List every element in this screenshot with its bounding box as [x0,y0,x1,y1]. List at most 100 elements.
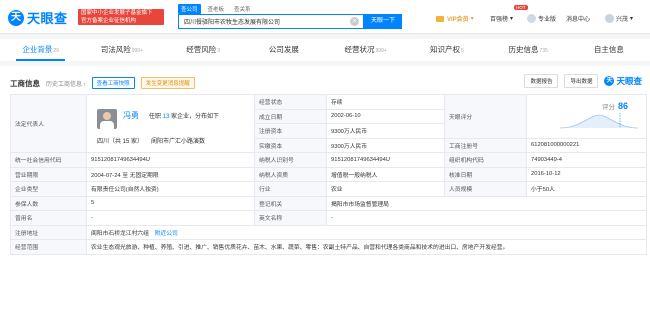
rep-cell: 冯勇 任职 13 家企业，分布如下 四川（共 15 家） 阆阳市广汇小路演数 [86,94,255,153]
org-code-label: 组织机构代码 [444,152,527,168]
score-cell: 评分 86 [526,94,647,139]
watermark-logo-text: 天眼查 [616,76,642,86]
address-label: 注册地址 [10,224,87,240]
approve-label: 核准日期 [444,166,527,182]
snapshot-button[interactable]: 查看工商快照 [91,77,135,89]
nav-pro-label: 专业版 [538,17,557,23]
rep-label-cell: 法定代表人 [10,94,87,153]
insured-value: 5 [86,195,255,211]
section-tools: 数据报告 导出数据 天 天眼查 [524,74,642,88]
rep-location-2[interactable]: 阆阳市广汇小路演数 [151,136,205,145]
credit-code-label: 统一社会信用代码 [10,152,87,168]
score-label-cell: 天眼评分 [444,94,527,139]
reg-cap-label: 注册资本 [254,123,327,139]
taxpayer-qual-label: 纳税人资质 [254,166,327,182]
en-name-value: - [326,210,647,226]
authority-label: 登记机关 [254,195,327,211]
logo[interactable]: 天 天眼查 [8,8,68,27]
tab-ip[interactable]: 知识产权5 [406,39,487,61]
status-value: 存续 [326,94,445,110]
tab-self-info[interactable]: 自主信息 [569,39,650,61]
nearby-companies-link[interactable]: 附近公司 [155,231,178,237]
industry-value: 农业 [326,181,445,197]
tab-development[interactable]: 公司发展 [244,39,325,61]
former-name-value: - [86,210,255,226]
company-tabs: 企业背景29 司法风险999+ 经营风险3 公司发展 经营状况999+ 知识产权… [0,39,650,61]
size-value: 小于50人 [526,181,647,197]
hot-badge: HOT [514,5,528,10]
history-link[interactable]: 历史工商信息 › [46,79,86,88]
taxpayer-id-label: 纳税人识别号 [254,152,327,168]
data-report-button[interactable]: 数据报告 [524,74,559,88]
credit-code-value: 91512081749634494U [86,152,255,168]
user-name: 兴茂 [616,17,629,23]
nav-user[interactable]: 兴茂 ▾ [605,14,633,23]
change-alert-button[interactable]: 发生变更消息提醒 [140,77,195,89]
nav-top100[interactable]: 百强榜 ▾ [490,14,513,23]
section-header: 工商信息 历史工商信息 › 查看工商快照 发生变更消息提醒 [10,77,195,89]
search-tabs: 查公司 查老板 查关系 [178,4,254,14]
type-value: 有限责任公司(自然人独资) [86,181,255,197]
gov-badge: 国家中小企业发展子基金旗下 官方备案企业征信机构 [78,9,164,25]
chevron-down-icon: ▾ [630,16,634,22]
paid-cap-label: 实缴资本 [254,137,327,153]
scope-label: 经营范围 [10,239,87,255]
address-value: 阆阳市石桥龙江村六组 [91,230,149,237]
chevron-down-icon: ▾ [470,16,474,22]
taxpayer-id-value: 91512081749634494U [326,152,445,168]
logo-text: 天眼查 [27,11,68,26]
nav-messages[interactable]: 消息中心 [566,14,590,23]
authority-value: 揭阳市市场监督管理局 [326,195,647,211]
tab-operating-risk[interactable]: 经营风险3 [163,39,244,61]
tab-history[interactable]: 历史信息735 [488,39,569,61]
gov-badge-line1: 国家中小企业发展子基金旗下 [81,10,153,16]
tab-legal-risk[interactable]: 司法风险999+ [81,39,162,61]
chevron-down-icon: ▾ [510,16,514,22]
search-input[interactable]: 四川餐驿阳市农牧生态发展有限公司 [178,14,364,29]
logo-icon: 天 [604,76,615,86]
search-button[interactable]: 天眼一下 [364,14,402,29]
export-button[interactable]: 导出数据 [564,74,599,88]
address-cell: 阆阳市石桥龙江村六组 附近公司 [86,224,647,240]
clear-icon[interactable]: × [350,17,359,26]
nav-pro[interactable]: 专业版 [527,14,556,23]
en-name-label: 英文名称 [254,210,327,226]
founded-value: 2002-06-10 [326,108,445,124]
status-label: 经营状态 [254,94,327,110]
approve-value: 2016-10-12 [526,166,647,182]
paid-cap-value: 9300万人民币 [326,137,445,153]
type-label: 企业类型 [10,181,87,197]
score-label: 评分 86 [601,101,628,111]
pro-icon [527,14,536,23]
search-tab-relation[interactable]: 查关系 [231,4,254,14]
industry-label: 行业 [254,181,327,197]
tab-background[interactable]: 企业背景29 [0,39,81,61]
scope-value: 农业生态观光旅游、种植、养殖、引进、推广、销售优质花卉、苗木、水果、蔬菜、零售：… [86,239,647,255]
former-name-label: 曾用名 [10,210,87,226]
rep-role: 任职 13 家企业，分布如下 [149,114,220,120]
rep-location[interactable]: 四川（共 15 家） [97,136,143,145]
business-info-section: 工商信息 历史工商信息 › 查看工商快照 发生变更消息提醒 数据报告 导出数据 … [0,66,650,322]
nav-top100-label: 百强榜 [490,17,509,23]
avatar [605,14,614,23]
vip-link[interactable]: VIP会员 ▾ [436,14,474,23]
rep-name-link[interactable]: 冯勇 [123,110,139,121]
reg-cap-value: 9300万人民币 [326,123,445,139]
tab-operating-status[interactable]: 经营状况999+ [325,39,406,61]
avatar[interactable] [97,109,117,129]
org-code-value: 74903449-4 [526,152,647,168]
watermark-logo: 天 天眼查 [604,75,642,87]
term-value: 2004-07-24 至 无固定期限 [86,166,255,182]
search-tab-boss[interactable]: 查老板 [205,4,228,14]
search-tab-company[interactable]: 查公司 [178,4,201,14]
section-title: 工商信息 [10,78,40,88]
taxpayer-qual-value: 增值税一般纳税人 [326,166,445,182]
gov-badge-line2: 官方备案企业征信机构 [81,17,137,24]
nav-messages-label: 消息中心 [566,17,591,23]
reg-no-value: 612081000000221 [526,137,647,153]
score-chart [560,113,638,129]
business-info-table: 法定代表人 冯勇 任职 13 家企业，分布如下 四川（共 15 家） 阆阳市广汇… [10,94,647,255]
logo-icon: 天 [8,9,24,26]
size-label: 人员规模 [444,181,527,197]
score-value: 86 [617,101,628,111]
